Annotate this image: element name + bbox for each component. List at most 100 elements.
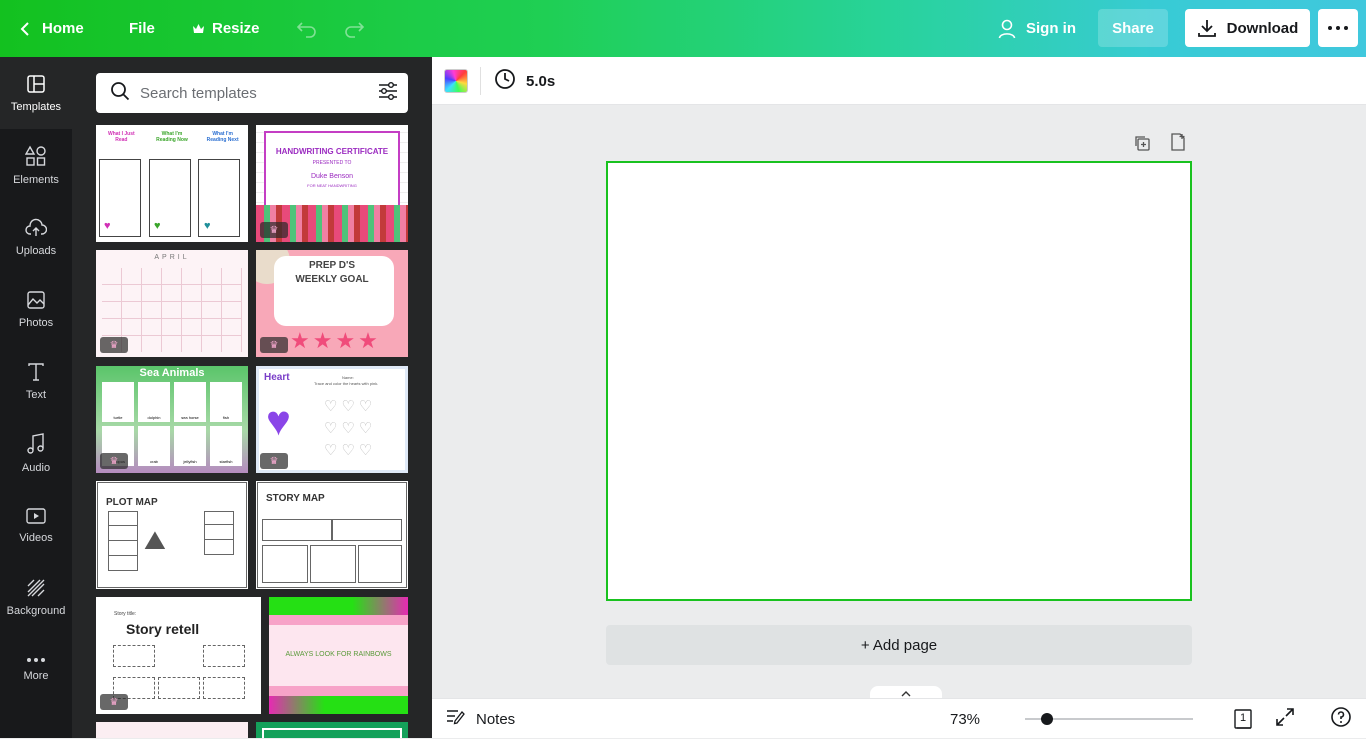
search-bar[interactable]: Search templates [96, 73, 408, 113]
rail-item-more[interactable]: More [0, 633, 72, 705]
top-bar: Home File Resize Sign in Share Download [0, 0, 1366, 57]
duplicate-page-icon[interactable] [1133, 134, 1151, 157]
rail-item-uploads[interactable]: Uploads [0, 201, 72, 273]
chevron-left-icon [20, 21, 30, 37]
ellipsis-icon [1328, 26, 1348, 30]
audio-icon [26, 432, 46, 462]
redo-icon [343, 20, 365, 38]
template-text: What I Just Read [107, 131, 135, 143]
template-text: Story retell [126, 621, 200, 637]
design-page[interactable] [606, 161, 1192, 601]
rail-item-elements[interactable]: Elements [0, 129, 72, 201]
undo-icon [296, 20, 318, 38]
resize-button[interactable]: Resize [192, 0, 260, 57]
more-options-button[interactable] [1318, 9, 1358, 47]
template-weekly-goal[interactable]: PREP D'S WEEKLY GOAL ★★★★ ♛ [256, 250, 408, 357]
template-text: Trace and color the hearts with pink. [314, 381, 379, 386]
download-icon [1197, 18, 1217, 38]
template-text: Sea Animals [139, 367, 205, 379]
pages-icon: 1 [1232, 708, 1254, 730]
rail-label: Videos [19, 531, 53, 544]
editor-toolbar: 5.0s [432, 57, 1366, 105]
share-button[interactable]: Share [1098, 9, 1168, 47]
rail-label: More [23, 669, 49, 682]
fullscreen-button[interactable] [1275, 699, 1295, 739]
undo-button[interactable] [296, 0, 318, 57]
rail-item-photos[interactable]: Photos [0, 273, 72, 345]
search-input[interactable]: Search templates [140, 85, 378, 102]
download-button[interactable]: Download [1185, 9, 1310, 47]
zoom-slider-thumb[interactable] [1040, 713, 1053, 725]
rail-label: Photos [18, 316, 54, 329]
zoom-label: 73% [950, 710, 981, 728]
add-page-button[interactable]: + Add page [606, 625, 1192, 665]
duration-button[interactable]: 5.0s [494, 57, 555, 105]
template-text: sea horse [174, 382, 206, 422]
template-story-map[interactable]: STORY MAP [256, 481, 408, 589]
template-text: WEEKLY GOAL [295, 274, 369, 285]
template-text: PRESENTED TO [312, 160, 352, 166]
template-sea-animals[interactable]: Sea Animals turtle dolphin sea horse fis… [96, 366, 248, 473]
stars-icon: ★★★★ [290, 328, 381, 353]
rail-item-text[interactable]: Text [0, 345, 72, 417]
sign-in-button[interactable]: Sign in [998, 0, 1076, 57]
template-text: HANDWRITING CERTIFICATE [275, 147, 389, 156]
rail-item-audio[interactable]: Audio [0, 417, 72, 489]
home-button[interactable]: Home [20, 0, 84, 57]
rail-item-background[interactable]: Background [0, 561, 72, 633]
page-count-button[interactable]: 1 [1232, 699, 1254, 739]
color-picker-button[interactable] [444, 69, 468, 93]
template-text: Name: [342, 375, 354, 380]
rail-item-videos[interactable]: Videos [0, 489, 72, 561]
redo-button[interactable] [343, 0, 365, 57]
templates-icon [26, 74, 46, 101]
template-heart-tracing[interactable]: Heart Name: Trace and color the hearts w… [256, 366, 408, 473]
template-text: ALWAYS LOOK FOR RAINBOWS [285, 651, 392, 658]
notes-label: Notes [476, 710, 516, 728]
template-text: turtle [102, 382, 134, 422]
template-reading-log[interactable]: What I Just Read What I'm Reading Now Wh… [96, 125, 248, 242]
template-plot-map[interactable]: PLOT MAP ⛰ [96, 481, 248, 589]
zoom-slider[interactable] [1025, 713, 1193, 725]
template-handwriting-certificate[interactable]: HANDWRITING CERTIFICATE PRESENTED TO Duk… [256, 125, 408, 242]
template-story-retell[interactable]: Story title: Story retell ♛ [96, 597, 261, 714]
template-rainbows[interactable]: ALWAYS LOOK FOR RAINBOWS [269, 597, 408, 714]
heart-icon: ♥ [204, 220, 211, 232]
template-partial-1[interactable] [96, 722, 248, 738]
share-label: Share [1112, 19, 1154, 37]
template-text: Duke Benson [310, 173, 354, 180]
uploads-icon [25, 218, 48, 245]
rail-label: Background [6, 604, 66, 617]
rail-label: Templates [10, 100, 62, 113]
heart-icon: ♥ [154, 220, 161, 232]
premium-crown-icon: ♛ [100, 694, 128, 710]
template-text: fish [210, 382, 242, 422]
rail-item-templates[interactable]: Templates [0, 57, 72, 129]
notes-button[interactable]: Notes [446, 699, 515, 739]
add-page-icon[interactable] [1169, 133, 1187, 156]
zoom-level[interactable]: 73% [950, 699, 980, 739]
duration-label: 5.0s [526, 72, 556, 90]
help-icon [1330, 706, 1352, 732]
rail-label: Uploads [15, 244, 57, 257]
filter-icon[interactable] [378, 81, 398, 105]
template-text: FOR NEAT HANDWRITING [307, 183, 357, 188]
template-text: PREP D'S [308, 260, 356, 271]
heart-icon: ♥ [104, 220, 111, 232]
notes-icon [446, 709, 466, 729]
premium-crown-icon: ♛ [100, 453, 128, 469]
home-label: Home [42, 20, 84, 37]
help-button[interactable] [1330, 699, 1352, 739]
template-text: jellyfish [174, 426, 206, 466]
crown-icon [192, 23, 205, 35]
file-menu-button[interactable]: File [129, 0, 155, 57]
file-label: File [129, 20, 155, 37]
template-april-calendar[interactable]: APRIL ♛ [96, 250, 248, 357]
bottom-bar: Notes 73% 1 [432, 698, 1366, 738]
template-text: What I'm Reading Now [156, 131, 188, 143]
add-page-label: + Add page [860, 636, 938, 654]
templates-panel: Search templates What I Just Read What I… [72, 57, 432, 738]
rail-label: Text [25, 388, 47, 401]
template-partial-2[interactable] [256, 722, 408, 738]
text-icon [26, 362, 46, 389]
